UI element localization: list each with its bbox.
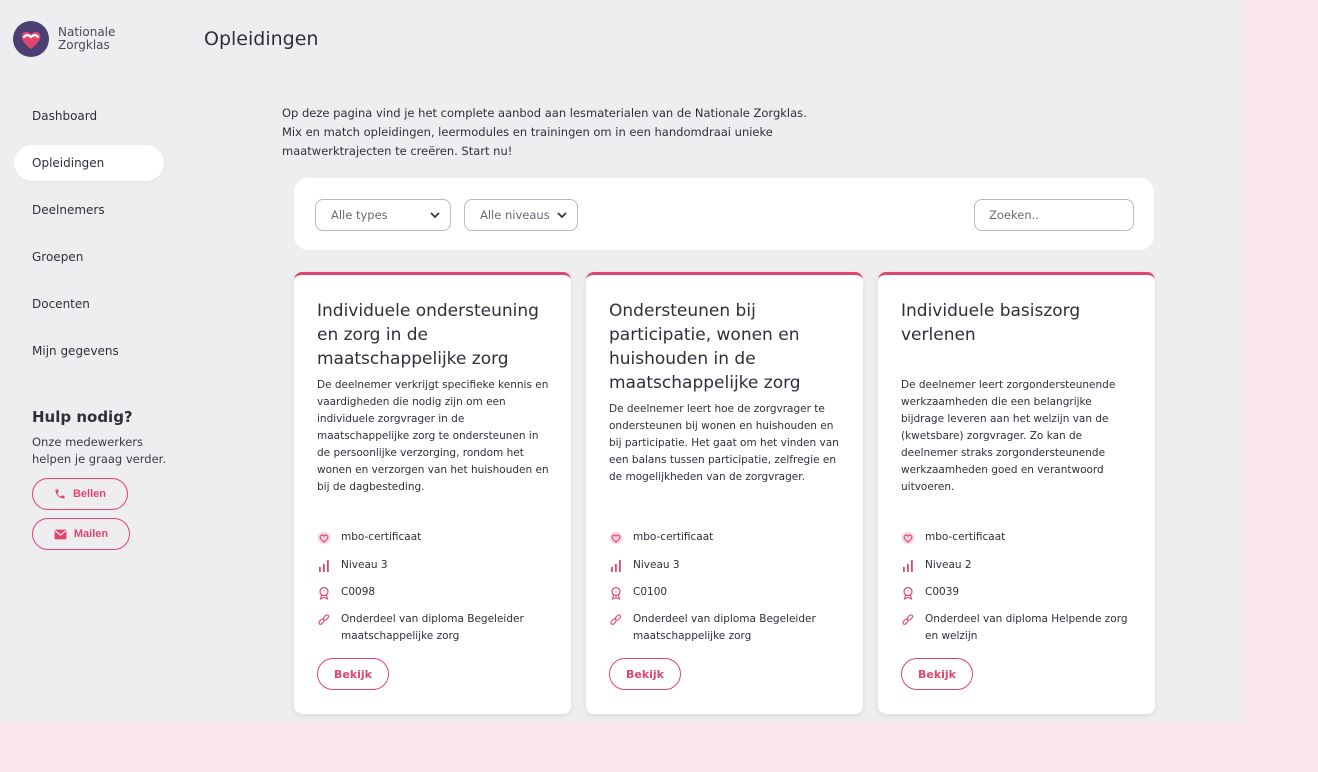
course-certificate: mbo-certificaat [609, 529, 849, 546]
link-icon [902, 614, 914, 625]
sidebar-item-mijn-gegevens[interactable]: Mijn gegevens [14, 333, 164, 369]
sidebar: Nationale Zorgklas Dashboard Opleidingen… [0, 0, 180, 722]
course-description: De deelnemer verkrijgt specifieke kennis… [317, 379, 549, 493]
link-icon [610, 614, 622, 625]
heart-badge-icon [609, 531, 623, 545]
award-ribbon-icon [611, 586, 621, 600]
phone-icon [55, 489, 65, 499]
logo[interactable]: Nationale Zorgklas [12, 20, 115, 58]
course-card: Individuele basiszorg verlenen De deelne… [878, 272, 1155, 714]
heart-badge-icon [901, 531, 915, 545]
help-text: Onze medewerkers helpen je graag verder. [32, 435, 166, 466]
filter-bar: Alle types Alle niveaus [294, 178, 1154, 250]
course-certificate: mbo-certificaat [317, 529, 557, 546]
course-level: Niveau 3 [609, 557, 849, 574]
course-certificate-text: mbo-certificaat [633, 531, 714, 543]
heart-logo-icon [13, 21, 49, 57]
page-title: Opleidingen [204, 28, 319, 50]
course-title: Individuele ondersteuning en zorg in de … [317, 301, 539, 369]
level-filter-select[interactable]: Alle niveaus [464, 199, 578, 231]
level-bars-icon [611, 560, 621, 572]
level-filter-value: Alle niveaus [480, 208, 550, 222]
level-bars-icon [903, 560, 913, 572]
course-code: C0098 [317, 584, 557, 601]
course-code: C0039 [901, 584, 1141, 601]
view-course-button[interactable]: Bekijk [901, 658, 973, 690]
chevron-down-icon [430, 212, 440, 219]
view-course-button[interactable]: Bekijk [609, 658, 681, 690]
type-filter-select[interactable]: Alle types [315, 199, 451, 231]
mail-button-label: Mailen [73, 528, 109, 540]
course-card: Individuele ondersteuning en zorg in de … [294, 272, 571, 714]
course-title: Individuele basiszorg verlenen [901, 301, 1081, 345]
app-window: Nationale Zorgklas Dashboard Opleidingen… [0, 0, 1242, 722]
course-description: De deelnemer leert hoe de zorgvrager te … [609, 403, 839, 483]
call-button-label: Bellen [72, 488, 106, 500]
course-level: Niveau 3 [317, 557, 557, 574]
course-diploma: Onderdeel van diploma Begeleider maatsch… [609, 611, 849, 645]
course-diploma-text: Onderdeel van diploma Begeleider maatsch… [633, 613, 816, 642]
sidebar-item-dashboard[interactable]: Dashboard [14, 98, 164, 134]
type-filter-value: Alle types [331, 208, 388, 222]
course-diploma: Onderdeel van diploma Helpende zorg en w… [901, 611, 1141, 645]
sidebar-item-docenten[interactable]: Docenten [14, 286, 164, 322]
course-level: Niveau 2 [901, 557, 1141, 574]
mail-icon [54, 529, 67, 539]
help-panel: Hulp nodig? Onze medewerkers helpen je g… [32, 408, 177, 558]
award-ribbon-icon [319, 586, 329, 600]
sidebar-item-deelnemers[interactable]: Deelnemers [14, 192, 164, 228]
brand-name: Nationale Zorgklas [58, 26, 115, 52]
course-certificate-text: mbo-certificaat [925, 531, 1006, 543]
course-code: C0100 [609, 584, 849, 601]
sidebar-item-opleidingen[interactable]: Opleidingen [14, 145, 164, 181]
chevron-down-icon [557, 212, 567, 219]
view-course-button[interactable]: Bekijk [317, 658, 389, 690]
sidebar-nav: Dashboard Opleidingen Deelnemers Groepen… [14, 98, 164, 380]
help-title: Hulp nodig? [32, 408, 133, 426]
course-code-text: C0039 [925, 586, 960, 598]
sidebar-item-groepen[interactable]: Groepen [14, 239, 164, 275]
course-diploma-text: Onderdeel van diploma Helpende zorg en w… [925, 613, 1128, 642]
course-diploma: Onderdeel van diploma Begeleider maatsch… [317, 611, 557, 645]
course-certificate-text: mbo-certificaat [341, 531, 422, 543]
course-diploma-text: Onderdeel van diploma Begeleider maatsch… [341, 613, 524, 642]
award-ribbon-icon [903, 586, 913, 600]
course-level-text: Niveau 3 [633, 559, 680, 571]
course-level-text: Niveau 2 [925, 559, 972, 571]
level-bars-icon [319, 560, 329, 572]
course-certificate: mbo-certificaat [901, 529, 1141, 546]
link-icon [318, 614, 330, 625]
call-button[interactable]: Bellen [32, 478, 128, 510]
course-level-text: Niveau 3 [341, 559, 388, 571]
course-code-text: C0098 [341, 586, 376, 598]
heart-badge-icon [317, 531, 331, 545]
intro-text: Op deze pagina vind je het complete aanb… [282, 106, 807, 158]
mail-button[interactable]: Mailen [32, 518, 130, 550]
brand-line-2: Zorgklas [58, 38, 110, 52]
search-input[interactable] [974, 199, 1134, 231]
course-code-text: C0100 [633, 586, 668, 598]
course-description: De deelnemer leert zorgondersteunende we… [901, 379, 1116, 493]
course-title: Ondersteunen bij participatie, wonen en … [609, 301, 801, 393]
course-card: Ondersteunen bij participatie, wonen en … [586, 272, 863, 714]
